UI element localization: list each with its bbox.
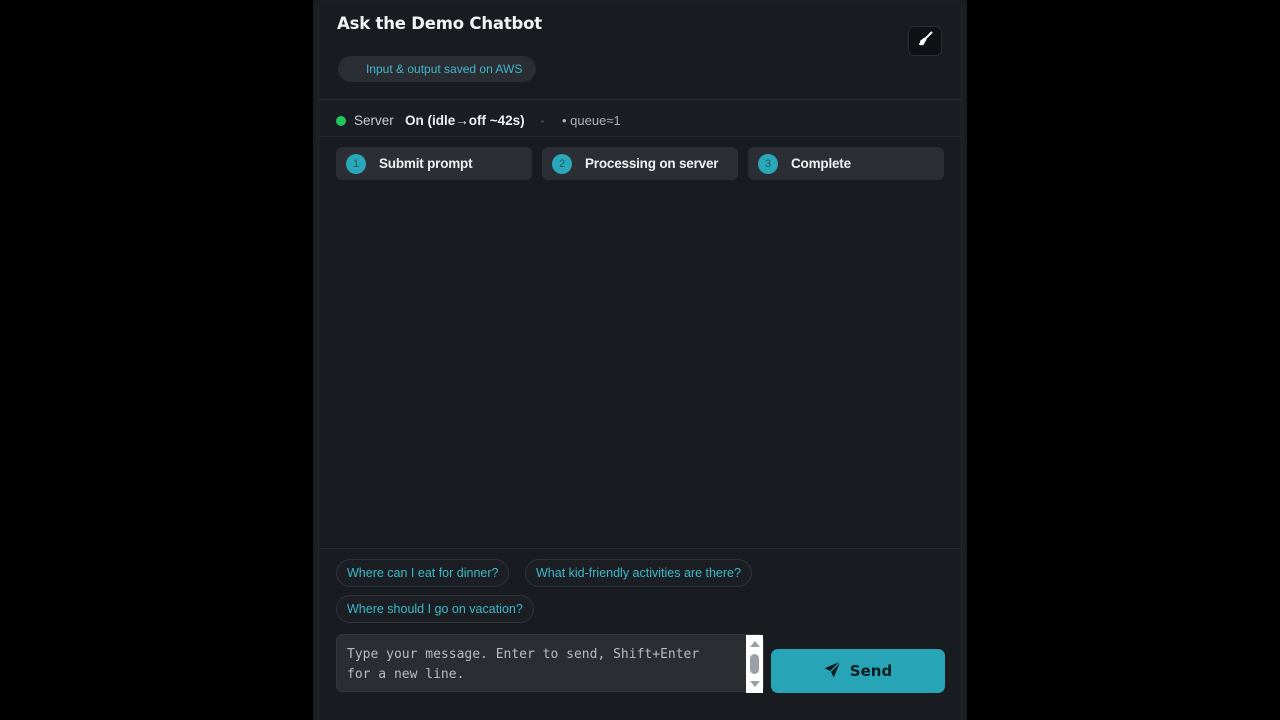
step-complete: 3 Complete [748, 147, 944, 180]
clear-chat-button[interactable] [908, 26, 942, 56]
step-processing: 2 Processing on server [542, 147, 738, 180]
step-label: Complete [791, 156, 851, 171]
aws-storage-notice: Input & output saved on AWS [338, 56, 536, 82]
input-scrollbar[interactable] [746, 635, 763, 693]
server-state: On (idle→off ~42s) [405, 113, 525, 128]
step-submit-prompt: 1 Submit prompt [336, 147, 532, 180]
server-status-indicator [336, 116, 346, 126]
app-window: Ask the Demo Chatbot Input & output save… [313, 0, 967, 720]
paper-plane-icon [824, 660, 850, 682]
scroll-thumb[interactable] [750, 654, 759, 674]
scroll-down-icon[interactable] [750, 681, 760, 687]
send-button[interactable]: Send [771, 649, 945, 693]
broom-icon [917, 31, 933, 52]
page-title: Ask the Demo Chatbot [337, 14, 542, 33]
message-input[interactable] [337, 635, 737, 691]
chatbot-panel: Ask the Demo Chatbot Input & output save… [318, 4, 962, 720]
step-number: 3 [758, 153, 778, 174]
send-label: Send [849, 662, 893, 680]
chat-messages-area[interactable] [319, 188, 961, 548]
queue-status: • queue≈1 [562, 113, 621, 128]
divider [319, 136, 961, 137]
step-label: Processing on server [585, 156, 719, 171]
server-label: Server [354, 113, 394, 128]
aws-notice-text: Input & output saved on AWS [366, 62, 523, 76]
suggestion-chip[interactable]: What kid-friendly activities are there? [525, 559, 752, 587]
step-label: Submit prompt [379, 156, 473, 171]
suggestion-chip[interactable]: Where should I go on vacation? [336, 595, 534, 623]
separator-dot [541, 120, 544, 123]
message-input-box [336, 634, 764, 692]
suggestion-chip[interactable]: Where can I eat for dinner? [336, 559, 510, 587]
divider [319, 548, 961, 549]
scroll-up-icon[interactable] [750, 641, 760, 647]
step-number: 2 [552, 153, 572, 174]
step-number: 1 [346, 153, 366, 174]
